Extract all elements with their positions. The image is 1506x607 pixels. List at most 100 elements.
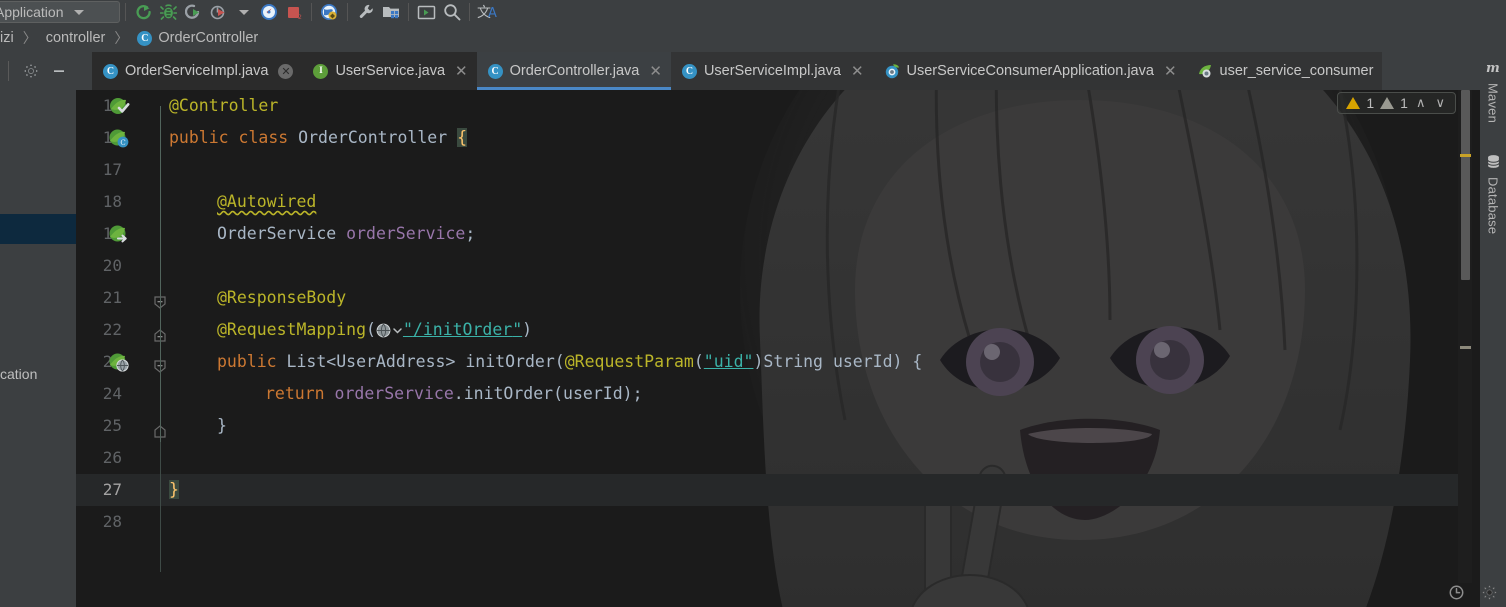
tool-window-header-actions [0, 52, 92, 90]
run-button[interactable] [131, 1, 156, 23]
editor-tab-user-service-consumer[interactable]: user_service_consumer [1185, 52, 1383, 90]
tab-label: UserServiceConsumerApplication.java [906, 63, 1154, 79]
profiler-dropdown[interactable] [231, 1, 256, 23]
tab-label: OrderServiceImpl.java [125, 63, 269, 79]
code-line[interactable]: 18 @Autowired [76, 186, 1458, 218]
tool-window-button-maven[interactable]: m Maven [1480, 60, 1506, 123]
previous-problem-button[interactable]: ∧ [1414, 95, 1428, 111]
code-line[interactable]: 28 [76, 506, 1458, 538]
line-number: 17 [102, 160, 122, 179]
code-line[interactable]: 15@Controller [76, 90, 1458, 122]
gear-icon[interactable] [1481, 584, 1498, 606]
editor-vertical-scrollbar[interactable] [1458, 90, 1472, 583]
spring-bean-class-icon[interactable]: C [108, 127, 130, 149]
code-text: public class OrderController { [169, 128, 468, 147]
project-item-truncated-label: cation [0, 366, 38, 382]
run-with-coverage-button[interactable] [181, 1, 206, 23]
spring-bean-check-icon[interactable] [108, 95, 130, 117]
interface-icon: I [313, 63, 329, 79]
chevron-down-icon [73, 9, 84, 15]
spring-boot-icon [884, 63, 900, 79]
code-text: @Controller [169, 96, 279, 115]
svg-text:m: m [1486, 61, 1500, 75]
idea-run-button[interactable] [256, 1, 281, 23]
stop-button[interactable]: 2 [281, 1, 306, 23]
class-icon: C [681, 63, 697, 79]
code-line[interactable]: 16Cpublic class OrderController { [76, 122, 1458, 154]
translate-button[interactable]: 文A [475, 1, 500, 23]
code-line[interactable]: 22 @RequestMapping("/initOrder") [76, 314, 1458, 346]
code-line[interactable]: 17 [76, 154, 1458, 186]
tool-window-label: Database [1485, 177, 1501, 235]
editor-tab-userservice[interactable]: I UserService.java ✕ [302, 52, 477, 90]
close-icon[interactable]: ✕ [649, 62, 662, 80]
scrollbar-weak-warning-marker[interactable] [1460, 346, 1471, 349]
scrollbar-thumb[interactable] [1461, 90, 1470, 280]
status-bar [0, 583, 1506, 607]
code-line[interactable]: 20 [76, 250, 1458, 282]
code-text: @ResponseBody [217, 288, 347, 307]
line-number: 21 [102, 288, 122, 307]
code-line[interactable]: 21 @ResponseBody [76, 282, 1458, 314]
close-icon[interactable]: ✕ [455, 62, 468, 80]
tool-window-button-database[interactable]: Database [1480, 154, 1506, 234]
tab-label: UserServiceImpl.java [703, 63, 841, 79]
main-toolbar: Application 2 文 A [0, 0, 1506, 24]
close-icon[interactable]: ✕ [1164, 62, 1177, 80]
divider [8, 61, 9, 81]
terminal-button[interactable] [414, 1, 439, 23]
code-line[interactable]: 25} [76, 410, 1458, 442]
breadcrumb: izi 〉 controller 〉 C OrderController [0, 24, 1506, 52]
editor-tab-userserviceimpl[interactable]: C UserServiceImpl.java ✕ [670, 52, 873, 90]
database-icon [1486, 154, 1501, 172]
code-line[interactable]: 27} [76, 474, 1458, 506]
project-selected-row[interactable] [0, 214, 76, 244]
request-mapping-globe-icon[interactable] [376, 323, 403, 338]
code-line[interactable]: 19OrderService orderService; [76, 218, 1458, 250]
breadcrumb-item-package-root[interactable]: izi [0, 30, 14, 46]
toolbar-divider [125, 3, 126, 21]
warning-count: 1 [1366, 95, 1375, 111]
inspection-status-widget[interactable]: 1 1 ∧ ∨ [1337, 92, 1456, 114]
run-configuration-selector[interactable]: Application [0, 1, 120, 23]
line-number: 24 [102, 384, 122, 403]
line-number: 28 [102, 512, 122, 531]
gear-icon[interactable] [19, 59, 43, 83]
close-icon[interactable]: ✕ [278, 63, 294, 79]
breadcrumb-label: controller [45, 30, 106, 46]
debug-button[interactable] [156, 1, 181, 23]
spring-bean-globe-icon[interactable] [108, 351, 130, 373]
minimize-icon[interactable] [47, 59, 71, 83]
close-icon[interactable]: ✕ [851, 62, 864, 80]
profiler-button[interactable] [206, 1, 231, 23]
search-everywhere-button[interactable] [439, 1, 464, 23]
project-structure-button[interactable] [378, 1, 403, 23]
clock-icon[interactable] [1448, 584, 1465, 606]
code-line[interactable]: 23public List<UserAddress> initOrder(@Re… [76, 346, 1458, 378]
code-text: @RequestMapping("/initOrder") [217, 320, 533, 339]
warning-triangle-icon [1346, 97, 1361, 109]
current-line-highlight [76, 474, 1458, 506]
browser-debug-button[interactable] [317, 1, 342, 23]
code-text: return orderService.initOrder(userId); [265, 384, 643, 403]
breadcrumb-item-controller[interactable]: controller [46, 30, 106, 46]
code-editor[interactable]: 15@Controller16Cpublic class OrderContro… [76, 90, 1458, 583]
indent-guide [160, 442, 161, 572]
weak-warning-triangle-icon [1380, 97, 1395, 109]
next-problem-button[interactable]: ∨ [1433, 95, 1447, 111]
bottom-left-strip [0, 583, 76, 607]
code-text: } [217, 416, 227, 435]
breadcrumb-item-class[interactable]: C OrderController [137, 30, 258, 46]
settings-wrench-button[interactable] [353, 1, 378, 23]
editor-tab-orderserviceimpl[interactable]: C OrderServiceImpl.java ✕ [92, 52, 303, 90]
spring-bean-arrow-icon[interactable] [108, 223, 130, 245]
line-number: 25 [102, 416, 122, 435]
class-icon: C [487, 63, 503, 79]
editor-tab-ordercontroller[interactable]: C OrderController.java ✕ [476, 52, 672, 90]
editor-tab-userserviceconsumerapplication[interactable]: UserServiceConsumerApplication.java ✕ [872, 52, 1186, 90]
code-line[interactable]: 24 return orderService.initOrder(userId); [76, 378, 1458, 410]
scrollbar-warning-marker[interactable] [1460, 154, 1471, 157]
code-line[interactable]: 26 [76, 442, 1458, 474]
line-number: 22 [102, 320, 122, 339]
code-lines[interactable]: 15@Controller16Cpublic class OrderContro… [76, 90, 1458, 583]
